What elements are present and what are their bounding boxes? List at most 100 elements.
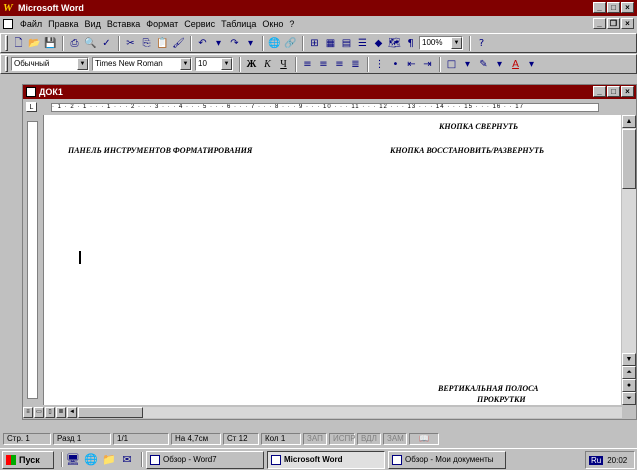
insert-table-icon[interactable]: ▦ (323, 36, 338, 51)
menu-tools[interactable]: Сервис (181, 19, 218, 29)
taskbar-item-msword[interactable]: Microsoft Word (267, 450, 385, 469)
quicklaunch-browser-icon[interactable]: 🌐 (84, 453, 98, 467)
highlight-dropdown-icon[interactable]: ▾ (492, 57, 507, 72)
page-view-button[interactable]: ▯ (45, 407, 55, 418)
start-button[interactable]: Пуск (2, 450, 54, 469)
language-indicator[interactable]: Ru (589, 455, 604, 465)
chevron-down-icon[interactable]: ▼ (451, 37, 462, 49)
document-menu-icon[interactable] (3, 19, 13, 29)
align-right-icon[interactable]: ≡ (332, 57, 347, 72)
save-icon[interactable]: 💾 (43, 36, 58, 51)
hyperlink-icon[interactable]: 🌐 (267, 36, 282, 51)
horizontal-scrollbar[interactable] (78, 407, 622, 418)
office-assistant-icon[interactable]: ? (474, 36, 489, 51)
menu-view[interactable]: Вид (82, 19, 104, 29)
doc-window-minimize-button[interactable]: _ (593, 86, 606, 97)
horizontal-scroll-thumb[interactable] (78, 407, 143, 418)
status-extend[interactable]: ВДЛ (357, 433, 381, 445)
vertical-scrollbar[interactable]: ▲ ▼ ⏶ ● ⏷ (622, 115, 636, 405)
minimize-button[interactable]: _ (593, 2, 606, 13)
print-icon[interactable]: ⎙ (67, 36, 82, 51)
open-folder-icon[interactable]: 📂 (27, 36, 42, 51)
document-icon[interactable] (26, 87, 36, 97)
outline-view-button[interactable]: ≣ (56, 407, 66, 418)
web-view-button[interactable]: ▭ (34, 407, 44, 418)
insert-excel-icon[interactable]: ▤ (339, 36, 354, 51)
copy-icon[interactable]: ⎘ (139, 36, 154, 51)
font-color-dropdown-icon[interactable]: ▾ (524, 57, 539, 72)
menu-table[interactable]: Таблица (218, 19, 259, 29)
bullets-icon[interactable]: • (388, 57, 403, 72)
menu-format[interactable]: Формат (143, 19, 181, 29)
italic-button[interactable]: К (260, 57, 275, 72)
cut-icon[interactable]: ✂ (123, 36, 138, 51)
vertical-scroll-thumb[interactable] (622, 129, 636, 189)
chevron-down-icon[interactable]: ▼ (180, 58, 191, 70)
select-browse-object-button[interactable]: ● (622, 379, 636, 392)
doc-window-close-button[interactable]: × (621, 86, 634, 97)
quicklaunch-mail-icon[interactable]: ✉ (120, 453, 134, 467)
menu-window[interactable]: Окно (259, 19, 286, 29)
format-painter-icon[interactable]: 🖌 (171, 36, 186, 51)
align-left-icon[interactable]: ≡ (300, 57, 315, 72)
numbering-icon[interactable]: ⋮ (372, 57, 387, 72)
columns-icon[interactable]: ☰ (355, 36, 370, 51)
drawing-icon[interactable]: ◆ (371, 36, 386, 51)
doc-close-button[interactable]: × (621, 18, 634, 29)
increase-indent-icon[interactable]: ⇥ (420, 57, 435, 72)
status-record-macro[interactable]: ЗАП (303, 433, 327, 445)
justify-icon[interactable]: ≣ (348, 57, 363, 72)
toolbar-grip[interactable] (5, 35, 8, 51)
font-color-button[interactable]: А (508, 57, 523, 72)
zoom-select[interactable]: 100% ▼ (419, 36, 463, 50)
new-document-icon[interactable]: 🗋 (11, 36, 26, 51)
menu-help[interactable]: ? (286, 19, 297, 29)
spelling-status-icon[interactable]: 📖 (409, 433, 439, 445)
undo-icon[interactable]: ↶ (195, 36, 210, 51)
menu-edit[interactable]: Правка (45, 19, 81, 29)
menu-file[interactable]: Файл (17, 19, 45, 29)
chevron-down-icon[interactable]: ▼ (77, 58, 88, 70)
redo-dropdown-icon[interactable]: ▾ (243, 36, 258, 51)
scroll-up-button[interactable]: ▲ (622, 115, 636, 128)
tables-borders-icon[interactable]: ⊞ (307, 36, 322, 51)
undo-dropdown-icon[interactable]: ▾ (211, 36, 226, 51)
decrease-indent-icon[interactable]: ⇤ (404, 57, 419, 72)
doc-restore-button[interactable]: ❐ (607, 18, 620, 29)
status-overtype[interactable]: ЗАМ (383, 433, 407, 445)
print-preview-icon[interactable]: 🔍 (83, 36, 98, 51)
doc-window-maximize-button[interactable]: □ (607, 86, 620, 97)
document-map-icon[interactable]: 🗺 (387, 36, 402, 51)
quicklaunch-desktop-icon[interactable]: 🖥 (66, 453, 80, 467)
font-size-select[interactable]: 10 ▼ (195, 57, 233, 71)
tab-stop-selector[interactable]: L (26, 102, 37, 112)
document-page[interactable]: КНОПКА СВЕРНУТЬ ПАНЕЛЬ ИНСТРУМЕНТОВ ФОРМ… (43, 115, 621, 405)
normal-view-button[interactable]: ≡ (23, 407, 33, 418)
borders-dropdown-icon[interactable]: ▾ (460, 57, 475, 72)
clock[interactable]: 20:02 (607, 456, 627, 465)
spelling-icon[interactable]: ✓ (99, 36, 114, 51)
underline-button[interactable]: Ч (276, 57, 291, 72)
doc-minimize-button[interactable]: _ (593, 18, 606, 29)
prev-page-button[interactable]: ⏶ (622, 366, 636, 379)
style-select[interactable]: Обычный ▼ (11, 57, 89, 71)
word-app-icon[interactable]: W (3, 2, 15, 14)
maximize-button[interactable]: □ (607, 2, 620, 13)
show-formatting-icon[interactable]: ¶ (403, 36, 418, 51)
next-page-button[interactable]: ⏷ (622, 392, 636, 405)
bold-button[interactable]: Ж (244, 57, 259, 72)
redo-icon[interactable]: ↷ (227, 36, 242, 51)
taskbar-item-word7[interactable]: Обзор - Word7 (146, 450, 264, 469)
vertical-ruler-scale[interactable] (27, 121, 38, 399)
highlight-icon[interactable]: ✎ (476, 57, 491, 72)
web-toolbar-icon[interactable]: 🔗 (283, 36, 298, 51)
toolbar-grip[interactable] (5, 56, 8, 72)
borders-icon[interactable]: □ (444, 57, 459, 72)
ruler-scale[interactable]: · 1 · 2 · 1 · · · 1 · · · 2 · · · 3 · · … (51, 103, 599, 112)
scroll-down-button[interactable]: ▼ (622, 353, 636, 366)
taskbar-item-my-documents[interactable]: Обзор - Мои документы (388, 450, 506, 469)
menu-insert[interactable]: Вставка (104, 19, 143, 29)
status-track-changes[interactable]: ИСПР (329, 433, 356, 445)
paste-icon[interactable]: 📋 (155, 36, 170, 51)
scroll-left-button[interactable]: ◄ (67, 407, 77, 418)
